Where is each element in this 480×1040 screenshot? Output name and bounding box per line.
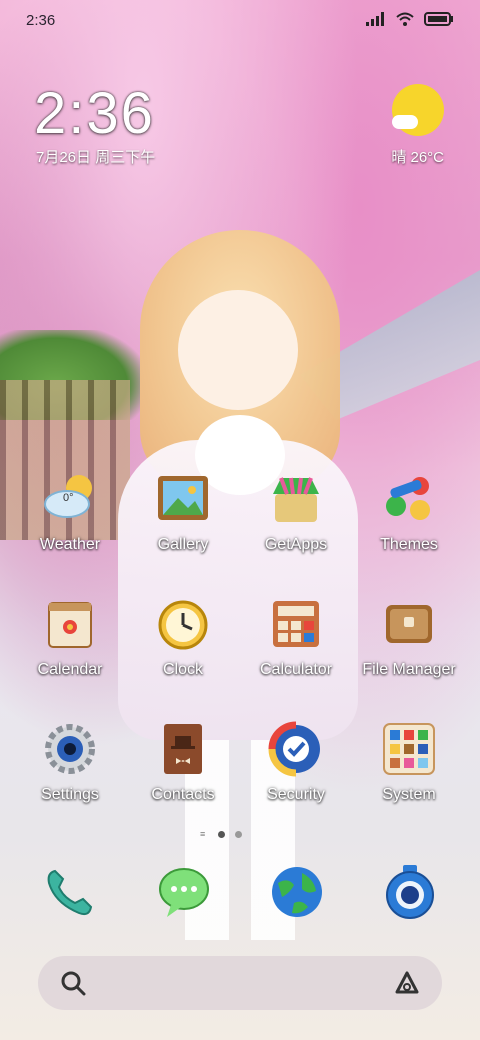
app-label: Settings (41, 786, 99, 803)
settings-icon (41, 720, 99, 778)
security-icon (267, 720, 325, 778)
app-label: GetApps (264, 536, 328, 553)
app-label: Contacts (151, 786, 215, 803)
app-gallery[interactable]: Gallery (128, 470, 238, 554)
app-calendar[interactable]: Calendar (15, 595, 125, 679)
file-manager-icon (380, 595, 438, 653)
clock-widget-time[interactable]: 2:36 (34, 80, 155, 147)
dock-browser[interactable] (268, 863, 326, 921)
app-calculator[interactable]: Calculator (241, 595, 351, 679)
app-security[interactable]: Security (241, 720, 351, 804)
browser-icon (272, 867, 322, 917)
app-label: Gallery (157, 536, 209, 553)
wallpaper-girl-face (178, 290, 298, 410)
status-bar: 2:36 (0, 0, 480, 40)
app-label: Calendar (37, 661, 103, 678)
app-label: Security (267, 786, 325, 803)
status-time: 2:36 (26, 12, 56, 29)
cloud-icon (392, 115, 418, 129)
page-indicator-menu-icon: ≡ (200, 829, 206, 839)
weather-icon-temp: 0° (63, 492, 74, 504)
signal-icon (366, 12, 384, 26)
page-indicator[interactable]: ≡ (200, 829, 242, 839)
calendar-icon (41, 595, 99, 653)
system-folder-icon (380, 720, 438, 778)
battery-icon (424, 12, 453, 26)
themes-icon (380, 470, 438, 528)
app-file-manager[interactable]: File Manager (354, 595, 464, 679)
clock-widget-date[interactable]: 7月26日 周三下午 (36, 146, 155, 167)
app-clock[interactable]: Clock (128, 595, 238, 679)
phone-icon (47, 869, 93, 916)
app-label: Weather (39, 536, 101, 553)
dock-messages[interactable] (155, 863, 213, 921)
camera-icon (386, 865, 434, 919)
calculator-icon (267, 595, 325, 653)
app-weather[interactable]: 0° Weather (15, 470, 125, 554)
weather-widget-text[interactable]: 晴 26°C (391, 146, 444, 167)
clock-icon (154, 595, 212, 653)
messages-icon (159, 868, 209, 917)
status-icons (366, 12, 454, 26)
contacts-icon (154, 720, 212, 778)
app-label: Themes (380, 536, 438, 553)
search-icon[interactable] (60, 970, 86, 996)
app-label: Clock (162, 661, 203, 678)
getapps-icon (267, 470, 325, 528)
app-label: Calculator (259, 661, 333, 678)
app-themes[interactable]: Themes (354, 470, 464, 554)
folder-system[interactable]: System (354, 720, 464, 804)
app-vault-icon[interactable] (394, 970, 420, 996)
folder-label: System (382, 786, 436, 803)
app-contacts[interactable]: Contacts (128, 720, 238, 804)
wifi-icon (396, 12, 414, 26)
dock-camera[interactable] (381, 863, 439, 921)
weather-icon: 0° (41, 470, 99, 528)
page-dot (235, 830, 242, 838)
search-bar[interactable] (38, 956, 442, 1010)
app-settings[interactable]: Settings (15, 720, 125, 804)
page-dot-active (218, 830, 225, 838)
dock-phone[interactable] (41, 863, 99, 921)
app-label: File Manager (362, 661, 456, 678)
gallery-icon (154, 470, 212, 528)
app-getapps[interactable]: GetApps (241, 470, 351, 554)
